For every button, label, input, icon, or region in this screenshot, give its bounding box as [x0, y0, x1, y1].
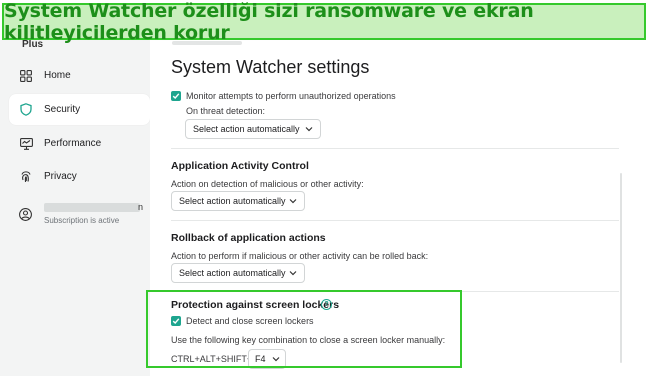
monitor-checkbox[interactable]	[171, 91, 181, 101]
sidebar-item-label: Home	[44, 70, 71, 81]
sidebar-item-security[interactable]: Security	[9, 94, 150, 125]
sidebar-item-performance[interactable]: Performance	[9, 128, 150, 159]
threat-detection-label: On threat detection:	[186, 106, 266, 116]
fingerprint-icon	[19, 170, 33, 184]
scrollbar[interactable]	[620, 173, 622, 363]
screen-lockers-heading: Protection against screen lockers	[171, 299, 340, 311]
chevron-down-icon	[305, 127, 313, 132]
caption-text: System Watcher özelliği sizi ransomware …	[4, 0, 534, 44]
sidebar-item-privacy[interactable]: Privacy	[9, 161, 150, 192]
shield-icon	[19, 103, 33, 117]
select-value: Select action automatically	[179, 196, 286, 206]
user-icon	[19, 207, 33, 221]
main-panel: System Watcher settings Monitor attempts…	[150, 40, 650, 376]
sidebar-item-label: Security	[44, 104, 81, 115]
help-icon[interactable]: ?	[321, 299, 332, 310]
screen-lockers-checkbox-label: Detect and close screen lockers	[186, 316, 314, 326]
aac-description: Action on detection of malicious or othe…	[171, 179, 364, 189]
select-value: Select action automatically	[193, 124, 300, 134]
rollback-description: Action to perform if malicious or other …	[171, 251, 429, 261]
divider	[171, 291, 619, 292]
sidebar-item-label: Performance	[44, 138, 102, 149]
check-icon	[172, 318, 180, 325]
chevron-down-icon	[272, 357, 280, 362]
screen-lockers-checkbox[interactable]	[171, 316, 181, 326]
rollback-heading: Rollback of application actions	[171, 232, 326, 244]
sidebar: Plus Home Security Performance Privacy n…	[0, 39, 150, 376]
grid-icon	[19, 69, 33, 83]
chevron-down-icon	[289, 271, 297, 276]
sidebar-item-home[interactable]: Home	[9, 60, 150, 91]
username-tail: n	[138, 202, 144, 212]
aac-heading: Application Activity Control	[171, 160, 309, 172]
threat-detection-select[interactable]: Select action automatically	[185, 119, 321, 139]
redacted-username	[44, 203, 140, 212]
aac-action-select[interactable]: Select action automatically	[171, 191, 305, 211]
select-value: Select action automatically	[179, 268, 286, 278]
chevron-down-icon	[289, 199, 297, 204]
page-title: System Watcher settings	[171, 57, 370, 77]
select-value: F4	[255, 354, 266, 364]
divider	[171, 148, 619, 149]
monitor-checkbox-label: Monitor attempts to perform unauthorized…	[186, 91, 396, 101]
key-select[interactable]: F4	[248, 349, 286, 369]
key-combo-label: CTRL+ALT+SHIFT+	[171, 354, 253, 364]
sidebar-item-label: Privacy	[44, 171, 77, 182]
monitor-icon	[19, 137, 33, 151]
subscription-status: Subscription is active	[44, 216, 120, 225]
divider	[171, 220, 619, 221]
user-account[interactable]: n Subscription is active	[9, 196, 150, 232]
key-combo-description: Use the following key combination to clo…	[171, 335, 446, 345]
check-icon	[172, 93, 180, 100]
rollback-action-select[interactable]: Select action automatically	[171, 263, 305, 283]
caption-banner: System Watcher özelliği sizi ransomware …	[2, 0, 646, 44]
